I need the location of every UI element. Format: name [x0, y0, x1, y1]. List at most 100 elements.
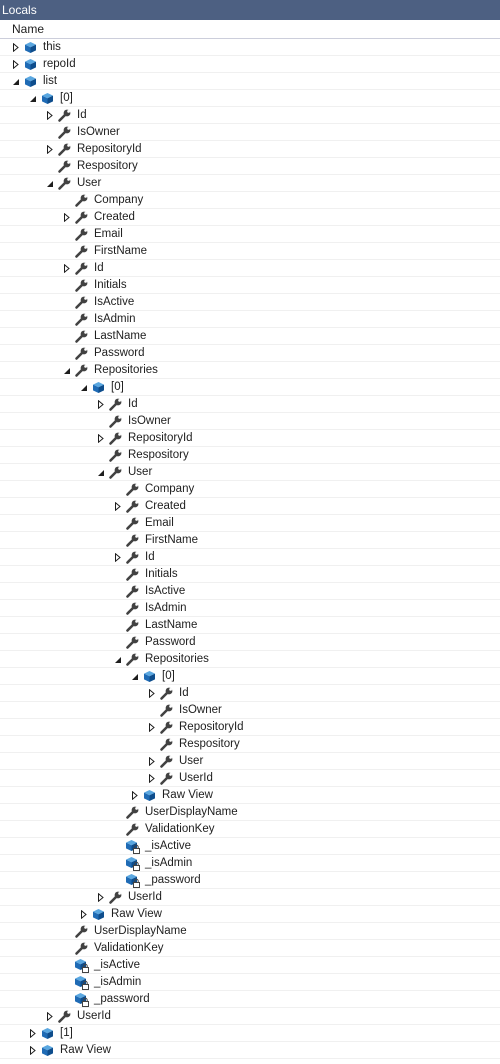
tree-row-raw-view[interactable]: Raw View	[0, 906, 500, 923]
tree-row-isowner[interactable]: IsOwner	[0, 124, 500, 141]
tree-row-isactive[interactable]: _isActive	[0, 838, 500, 855]
tree-row-isadmin[interactable]: IsAdmin	[0, 600, 500, 617]
tree-row-label: FirstName	[94, 245, 148, 257]
tree-row-isadmin[interactable]: _isAdmin	[0, 974, 500, 991]
expand-triangle-icon[interactable]	[147, 770, 157, 787]
expand-triangle-icon[interactable]	[45, 107, 55, 124]
tree-row-isadmin[interactable]: IsAdmin	[0, 311, 500, 328]
tree-row-company[interactable]: Company	[0, 481, 500, 498]
tree-row-lastname[interactable]: LastName	[0, 617, 500, 634]
tree-row-validationkey[interactable]: ValidationKey	[0, 821, 500, 838]
collapse-triangle-icon[interactable]	[45, 175, 55, 192]
expand-triangle-icon[interactable]	[11, 39, 21, 56]
expand-triangle-icon[interactable]	[147, 685, 157, 702]
collapse-triangle-icon[interactable]	[62, 362, 72, 379]
name-column-header[interactable]: Name	[0, 20, 500, 39]
tree-row-password[interactable]: _password	[0, 991, 500, 1008]
tree-row-firstname[interactable]: FirstName	[0, 532, 500, 549]
tree-row-id[interactable]: Id	[0, 107, 500, 124]
expand-triangle-icon[interactable]	[113, 498, 123, 515]
expand-triangle-icon[interactable]	[45, 141, 55, 158]
tree-row-email[interactable]: Email	[0, 226, 500, 243]
tree-row-respository[interactable]: Respository	[0, 447, 500, 464]
tree-row-user[interactable]: User	[0, 175, 500, 192]
expand-triangle-icon[interactable]	[28, 1042, 38, 1059]
tree-row-repoid[interactable]: repoId	[0, 56, 500, 73]
tree-row-label: Created	[145, 500, 186, 512]
tree-row-userid[interactable]: UserId	[0, 889, 500, 906]
tree-row-repositories[interactable]: Repositories	[0, 651, 500, 668]
tree-row-created[interactable]: Created	[0, 498, 500, 515]
expand-triangle-icon[interactable]	[147, 719, 157, 736]
tree-row-isowner[interactable]: IsOwner	[0, 413, 500, 430]
tree-row-repositoryid[interactable]: RepositoryId	[0, 719, 500, 736]
expand-triangle-icon[interactable]	[96, 889, 106, 906]
tree-row-list[interactable]: list	[0, 73, 500, 90]
tree-row-label: Id	[128, 398, 138, 410]
tree-row-isactive[interactable]: IsActive	[0, 294, 500, 311]
tree-row-id[interactable]: Id	[0, 396, 500, 413]
tree-row-userid[interactable]: UserId	[0, 770, 500, 787]
tree-row-id[interactable]: Id	[0, 549, 500, 566]
tree-row-label: Repositories	[145, 653, 209, 665]
tree-row-label: IsOwner	[179, 704, 222, 716]
tree-row-0[interactable]: [0]	[0, 379, 500, 396]
expand-triangle-icon[interactable]	[130, 787, 140, 804]
collapse-triangle-icon[interactable]	[11, 73, 21, 90]
expand-triangle-icon[interactable]	[113, 549, 123, 566]
tree-row-user[interactable]: User	[0, 753, 500, 770]
tree-row-repositoryid[interactable]: RepositoryId	[0, 430, 500, 447]
tree-row-repositoryid[interactable]: RepositoryId	[0, 141, 500, 158]
tree-row-id[interactable]: Id	[0, 260, 500, 277]
expand-triangle-icon[interactable]	[28, 1025, 38, 1042]
tree-row-repositories[interactable]: Repositories	[0, 362, 500, 379]
tree-row-label: Initials	[94, 279, 127, 291]
property-wrench-icon	[125, 822, 140, 837]
tree-row-initials[interactable]: Initials	[0, 566, 500, 583]
tree-row-email[interactable]: Email	[0, 515, 500, 532]
tree-row-userdisplayname[interactable]: UserDisplayName	[0, 923, 500, 940]
expand-triangle-icon[interactable]	[147, 753, 157, 770]
tree-row-isowner[interactable]: IsOwner	[0, 702, 500, 719]
tree-row-respository[interactable]: Respository	[0, 158, 500, 175]
tree-row-password[interactable]: Password	[0, 634, 500, 651]
collapse-triangle-icon[interactable]	[130, 668, 140, 685]
tree-row-password[interactable]: _password	[0, 872, 500, 889]
tree-row-isadmin[interactable]: _isAdmin	[0, 855, 500, 872]
tree-row-initials[interactable]: Initials	[0, 277, 500, 294]
tree-row-userid[interactable]: UserId	[0, 1008, 500, 1025]
property-wrench-icon	[159, 754, 174, 769]
expand-triangle-icon[interactable]	[96, 396, 106, 413]
expand-triangle-icon[interactable]	[11, 56, 21, 73]
tree-row-raw-view[interactable]: Raw View	[0, 787, 500, 804]
tree-row-respository[interactable]: Respository	[0, 736, 500, 753]
tree-row-isactive[interactable]: IsActive	[0, 583, 500, 600]
tree-row-id[interactable]: Id	[0, 685, 500, 702]
collapse-triangle-icon[interactable]	[96, 464, 106, 481]
tree-row-firstname[interactable]: FirstName	[0, 243, 500, 260]
expand-triangle-icon[interactable]	[45, 1008, 55, 1025]
locals-window-title: Locals	[0, 0, 500, 20]
expand-triangle-icon[interactable]	[96, 430, 106, 447]
collapse-triangle-icon[interactable]	[79, 379, 89, 396]
expand-triangle-icon[interactable]	[62, 260, 72, 277]
expand-triangle-icon[interactable]	[62, 209, 72, 226]
tree-row-label: [1]	[60, 1027, 73, 1039]
tree-row-1[interactable]: [1]	[0, 1025, 500, 1042]
tree-row-raw-view[interactable]: Raw View	[0, 1042, 500, 1059]
collapse-triangle-icon[interactable]	[113, 651, 123, 668]
collapse-triangle-icon[interactable]	[28, 90, 38, 107]
tree-row-user[interactable]: User	[0, 464, 500, 481]
tree-row-isactive[interactable]: _isActive	[0, 957, 500, 974]
expand-triangle-icon[interactable]	[79, 906, 89, 923]
tree-row-company[interactable]: Company	[0, 192, 500, 209]
tree-row-password[interactable]: Password	[0, 345, 500, 362]
tree-row-0[interactable]: [0]	[0, 90, 500, 107]
tree-row-created[interactable]: Created	[0, 209, 500, 226]
tree-row-0[interactable]: [0]	[0, 668, 500, 685]
property-wrench-icon	[74, 210, 89, 225]
tree-row-userdisplayname[interactable]: UserDisplayName	[0, 804, 500, 821]
tree-row-this[interactable]: this	[0, 39, 500, 56]
tree-row-lastname[interactable]: LastName	[0, 328, 500, 345]
tree-row-validationkey[interactable]: ValidationKey	[0, 940, 500, 957]
